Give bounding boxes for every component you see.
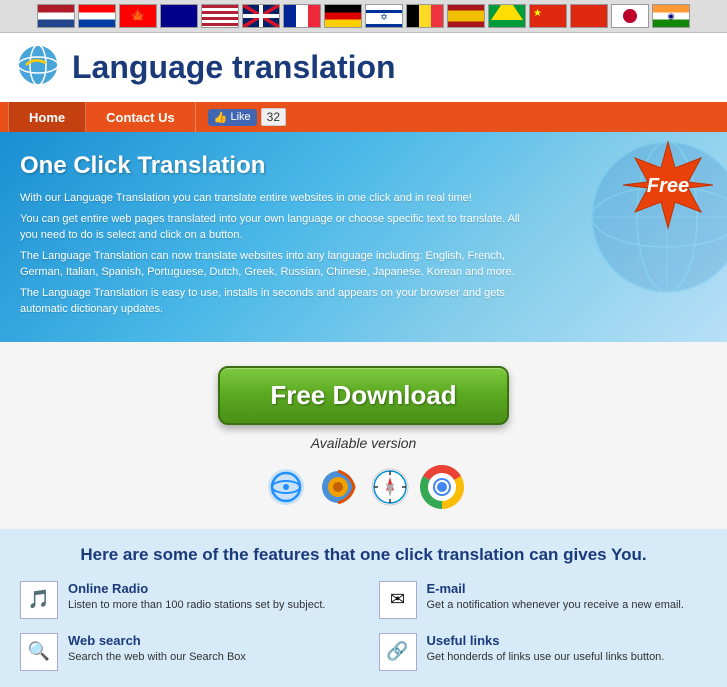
web-search-desc: Search the web with our Search Box [68,650,246,665]
navbar: Home Contact Us 👍 Like 32 [0,102,727,132]
flag-netherlands[interactable] [37,4,75,28]
flag-canada[interactable]: 🍁 [119,4,157,28]
hero-p2: You can get entire web pages translated … [20,211,540,244]
logo-icon [16,43,60,92]
online-radio-title: Online Radio [68,581,325,596]
flag-gb[interactable] [242,4,280,28]
download-button[interactable]: Free Download [218,366,508,425]
email-icon: ✉ [379,581,417,619]
flag-belgium[interactable] [406,4,444,28]
flag-france[interactable] [283,4,321,28]
hero-p4: The Language Translation is easy to use,… [20,285,540,318]
flag-bar: 🍁 ✡ ★ ◉ [0,0,727,33]
free-badge: Free [623,140,713,230]
useful-links-title: Useful links [427,633,665,648]
hero-p1: With our Language Translation you can tr… [20,190,540,207]
flag-china[interactable]: ★ [529,4,567,28]
flag-china2[interactable] [570,4,608,28]
safari-icon [368,465,412,509]
features-grid: 🎵 Online Radio Listen to more than 100 r… [20,581,707,671]
features-heading: Here are some of the features that one c… [20,545,707,565]
site-title: Language translation [72,49,396,86]
features-section: Here are some of the features that one c… [0,529,727,687]
online-radio-icon: 🎵 [20,581,58,619]
ie-icon [264,465,308,509]
browser-icons [264,465,464,509]
flag-australia[interactable] [160,4,198,28]
web-search-icon: 🔍 [20,633,58,671]
web-search-text: Web search Search the web with our Searc… [68,633,246,665]
svg-text:Free: Free [647,175,689,197]
useful-links-text: Useful links Get honderds of links use o… [427,633,665,665]
flag-germany[interactable] [324,4,362,28]
flag-netherlands2[interactable] [78,4,116,28]
nav-contact[interactable]: Contact Us [86,102,196,132]
online-radio-text: Online Radio Listen to more than 100 rad… [68,581,325,613]
flag-israel[interactable]: ✡ [365,4,403,28]
available-version-label: Available version [311,435,417,451]
feature-email: ✉ E-mail Get a notification whenever you… [379,581,708,619]
email-text: E-mail Get a notification whenever you r… [427,581,684,613]
online-radio-desc: Listen to more than 100 radio stations s… [68,598,325,613]
hero-p3: The Language Translation can now transla… [20,248,540,281]
flag-spain[interactable] [447,4,485,28]
chrome-icon [420,465,464,509]
feature-useful-links: 🔗 Useful links Get honderds of links use… [379,633,708,671]
feature-web-search: 🔍 Web search Search the web with our Sea… [20,633,349,671]
download-section: Free Download Available version [0,342,727,529]
like-count: 32 [261,108,286,126]
hero-banner: Free One Click Translation With our Lang… [0,132,727,342]
feature-online-radio: 🎵 Online Radio Listen to more than 100 r… [20,581,349,619]
email-title: E-mail [427,581,684,596]
firefox-icon [316,465,360,509]
useful-links-desc: Get honderds of links use our useful lin… [427,650,665,665]
header: Language translation [0,33,727,102]
like-box: 👍 Like 32 [208,102,286,132]
nav-home[interactable]: Home [8,102,86,132]
like-button[interactable]: 👍 Like [208,109,257,126]
flag-us[interactable] [201,4,239,28]
web-search-title: Web search [68,633,246,648]
useful-links-icon: 🔗 [379,633,417,671]
flag-india[interactable]: ◉ [652,4,690,28]
flag-japan[interactable] [611,4,649,28]
flag-brazil[interactable] [488,4,526,28]
email-desc: Get a notification whenever you receive … [427,598,684,613]
